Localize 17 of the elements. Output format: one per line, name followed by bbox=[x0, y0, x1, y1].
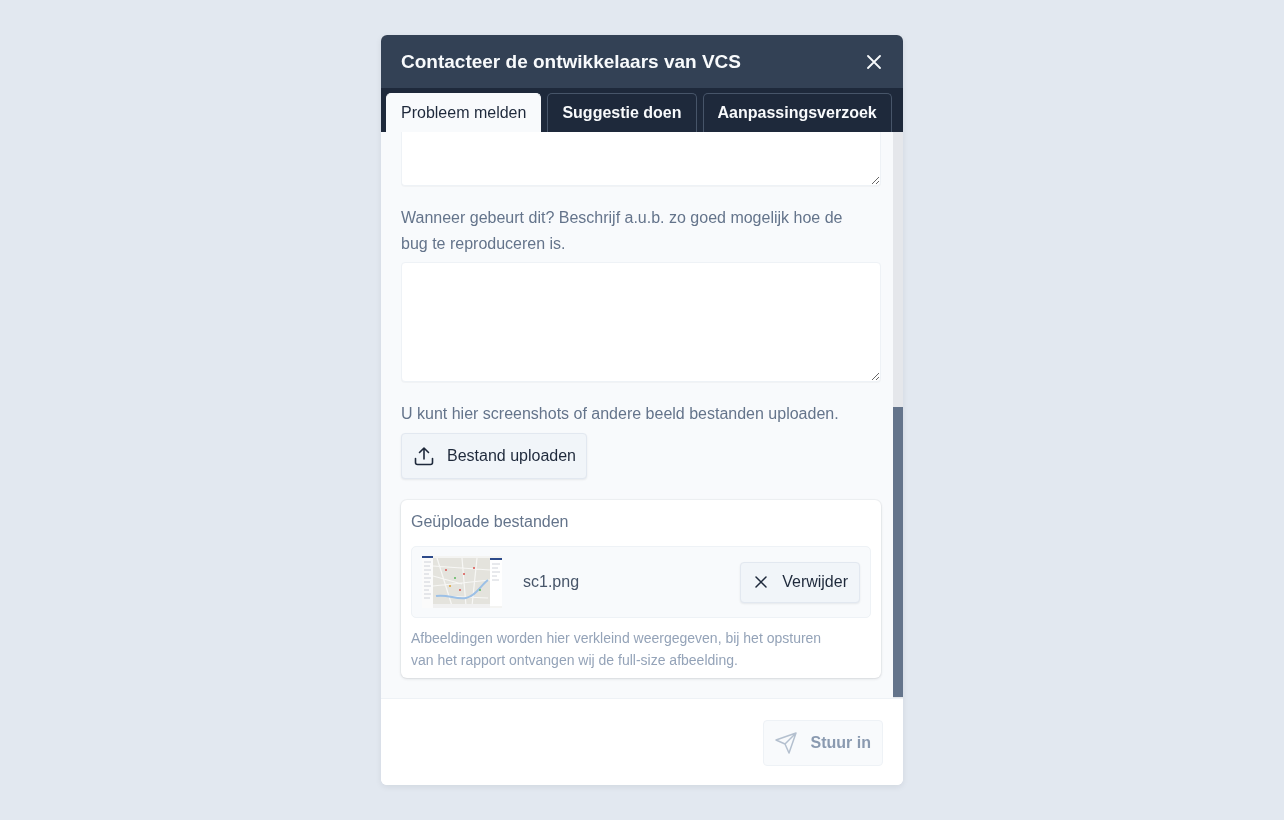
close-icon bbox=[867, 54, 881, 69]
file-name: sc1.png bbox=[523, 573, 580, 591]
note-text: Afbeeldingen worden hier verkleind weergegeven, bij het opsturen van het rapport ontvangen wij de full-size afbeelding. bbox=[411, 629, 823, 670]
remove-button[interactable]: Verwijder bbox=[740, 561, 860, 603]
tab[interactable]: Aanpassingsverzoek bbox=[702, 93, 892, 132]
upload-button[interactable]: Bestand uploaden bbox=[401, 433, 587, 479]
tab[interactable]: Probleem melden bbox=[386, 93, 542, 132]
x-icon bbox=[755, 576, 768, 588]
send-icon bbox=[774, 732, 797, 754]
scrollbar[interactable] bbox=[893, 132, 903, 698]
upload-hint: U kunt hier screenshots of andere beeld bestanden uploaden. bbox=[401, 404, 839, 424]
dialog-title: Contacteer de ontwikkelaars van VCS bbox=[401, 50, 741, 73]
tab[interactable]: Suggestie doen bbox=[547, 93, 697, 132]
field-label: Wanneer gebeurt dit? Beschrijf a.u.b. zo goed mogelijk hoe de bug te reproduceren is. bbox=[401, 208, 844, 254]
close-button[interactable] bbox=[867, 54, 881, 69]
upload-icon bbox=[414, 446, 434, 466]
section-title: Geüploade bestanden bbox=[411, 512, 569, 532]
